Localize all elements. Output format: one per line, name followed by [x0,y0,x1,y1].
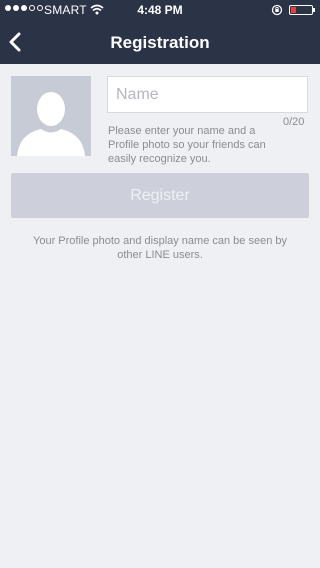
person-silhouette-icon [17,92,85,156]
page-title: Registration [110,33,210,52]
name-helper-text: Please enter your name and a Profile pho… [108,125,266,165]
privacy-note: Your Profile photo and display name can … [33,235,287,261]
battery-level [291,7,296,13]
navigation-bar: SMART 4:48 PM Registration [0,0,320,64]
battery-icon [289,5,315,15]
name-input[interactable] [107,76,308,113]
profile-photo-button[interactable] [11,76,91,156]
register-button[interactable]: Register [11,173,309,218]
character-counter: 0/20 [283,116,305,128]
rotation-lock-icon [271,4,283,16]
status-bar: SMART 4:48 PM [0,0,320,20]
